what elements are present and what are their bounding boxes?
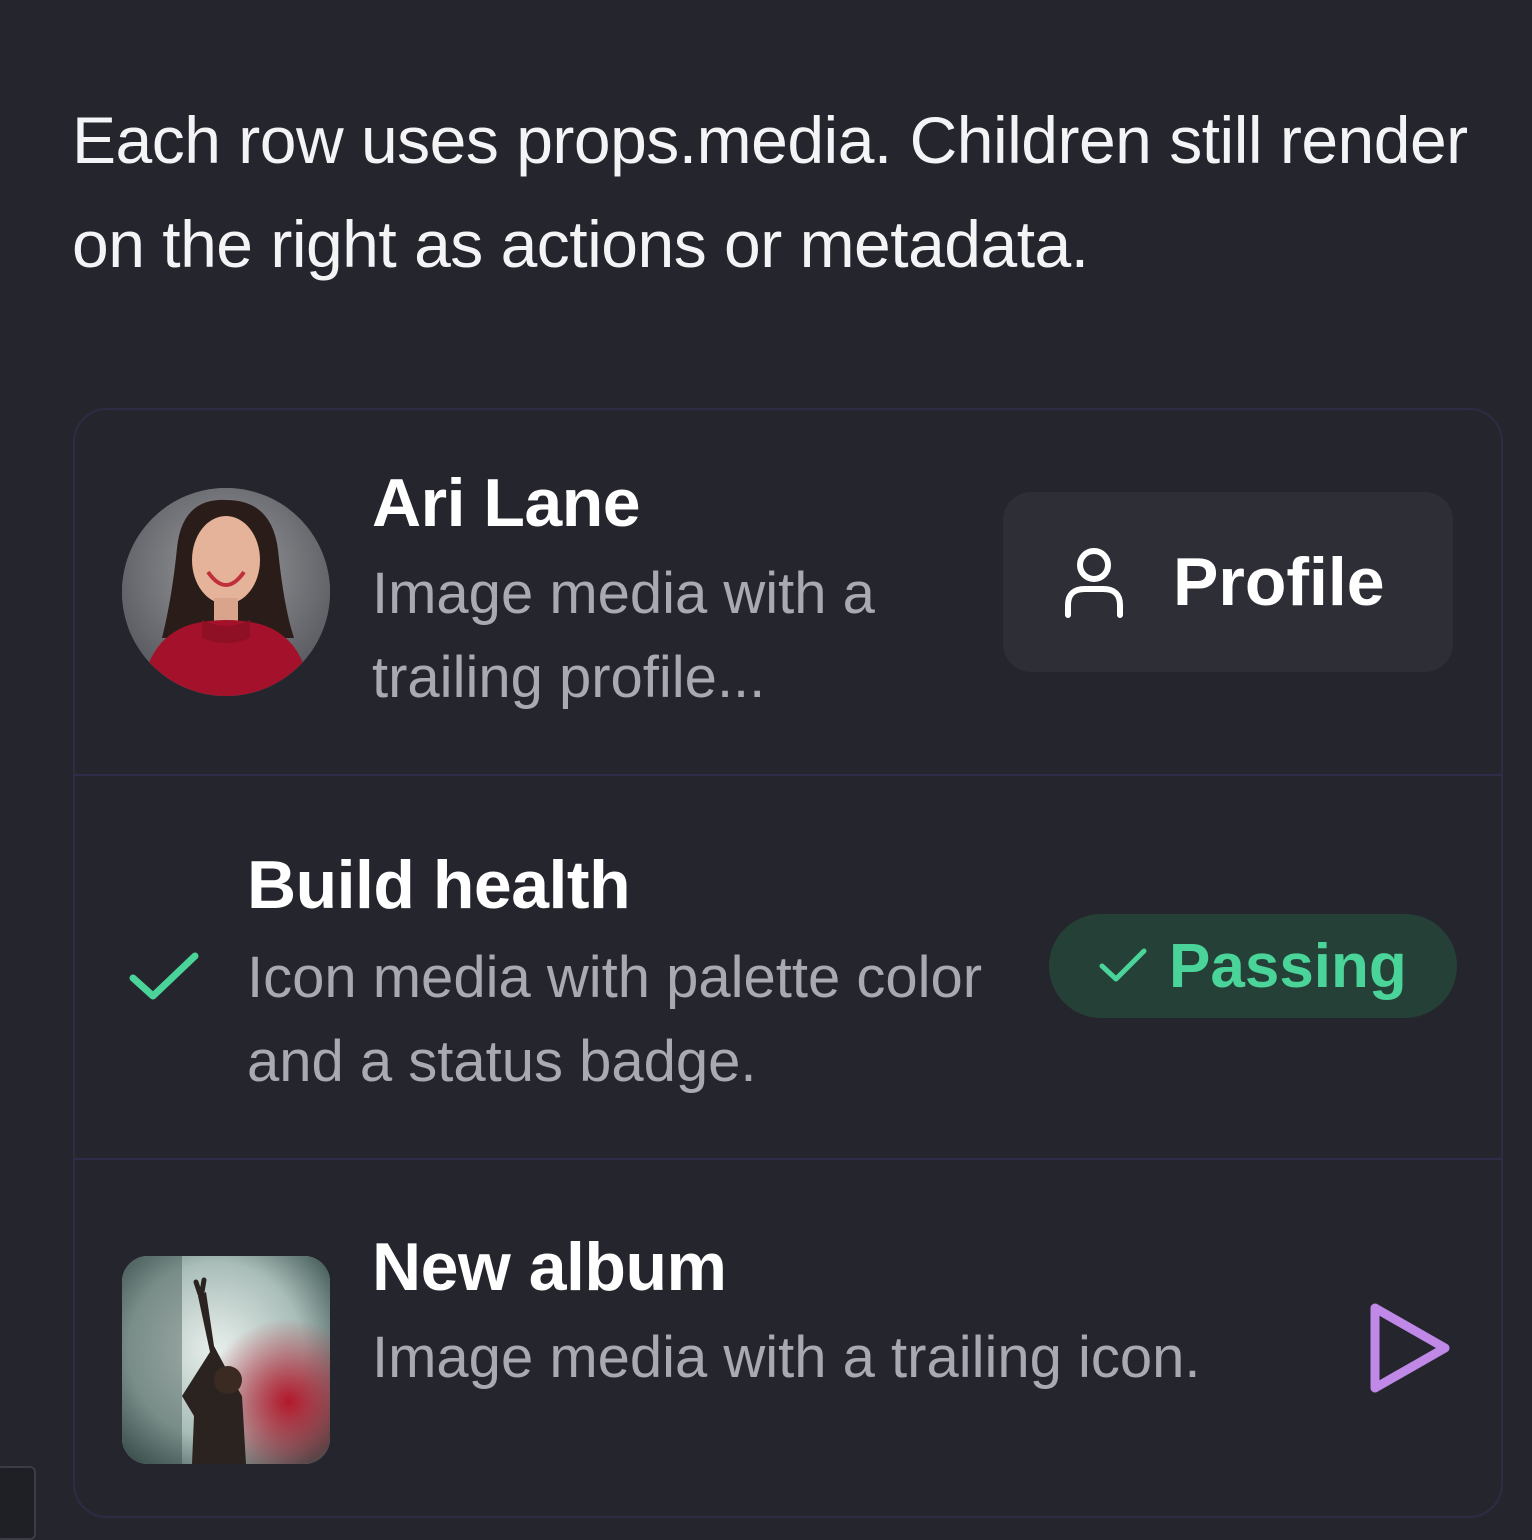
item-title: Build health (247, 847, 631, 923)
list-item-new-album[interactable]: New album Image media with a trailing ic… (75, 1158, 1501, 1516)
profile-button[interactable]: Profile (1003, 492, 1453, 672)
list-item-ari-lane[interactable]: Ari Lane Image media with a trailing pro… (75, 410, 1501, 776)
album-cover (122, 1256, 330, 1464)
check-icon (129, 952, 199, 1000)
status-badge: Passing (1049, 914, 1457, 1018)
media-list: Ari Lane Image media with a trailing pro… (73, 408, 1503, 1518)
list-item-build-health[interactable]: Build health Icon media with palette col… (75, 774, 1501, 1160)
user-icon (1065, 548, 1123, 618)
badge-check-icon (1099, 948, 1147, 982)
status-badge-label: Passing (1169, 931, 1407, 1001)
corner-handle (0, 1466, 36, 1540)
item-description: Icon media with palette color and a stat… (247, 945, 983, 1094)
avatar-photo (122, 488, 330, 696)
profile-button-label: Profile (1173, 544, 1385, 620)
play-icon[interactable] (1365, 1298, 1455, 1398)
item-title: New album (372, 1229, 727, 1305)
avatar (122, 488, 330, 696)
intro-text: Each row uses props.media. Children stil… (72, 103, 1468, 281)
item-description: Image media with a trailing icon. (372, 1325, 1201, 1390)
album-cover-image (122, 1256, 330, 1464)
item-title: Ari Lane (372, 465, 641, 541)
item-description: Image media with a trailing profile... (372, 561, 875, 710)
